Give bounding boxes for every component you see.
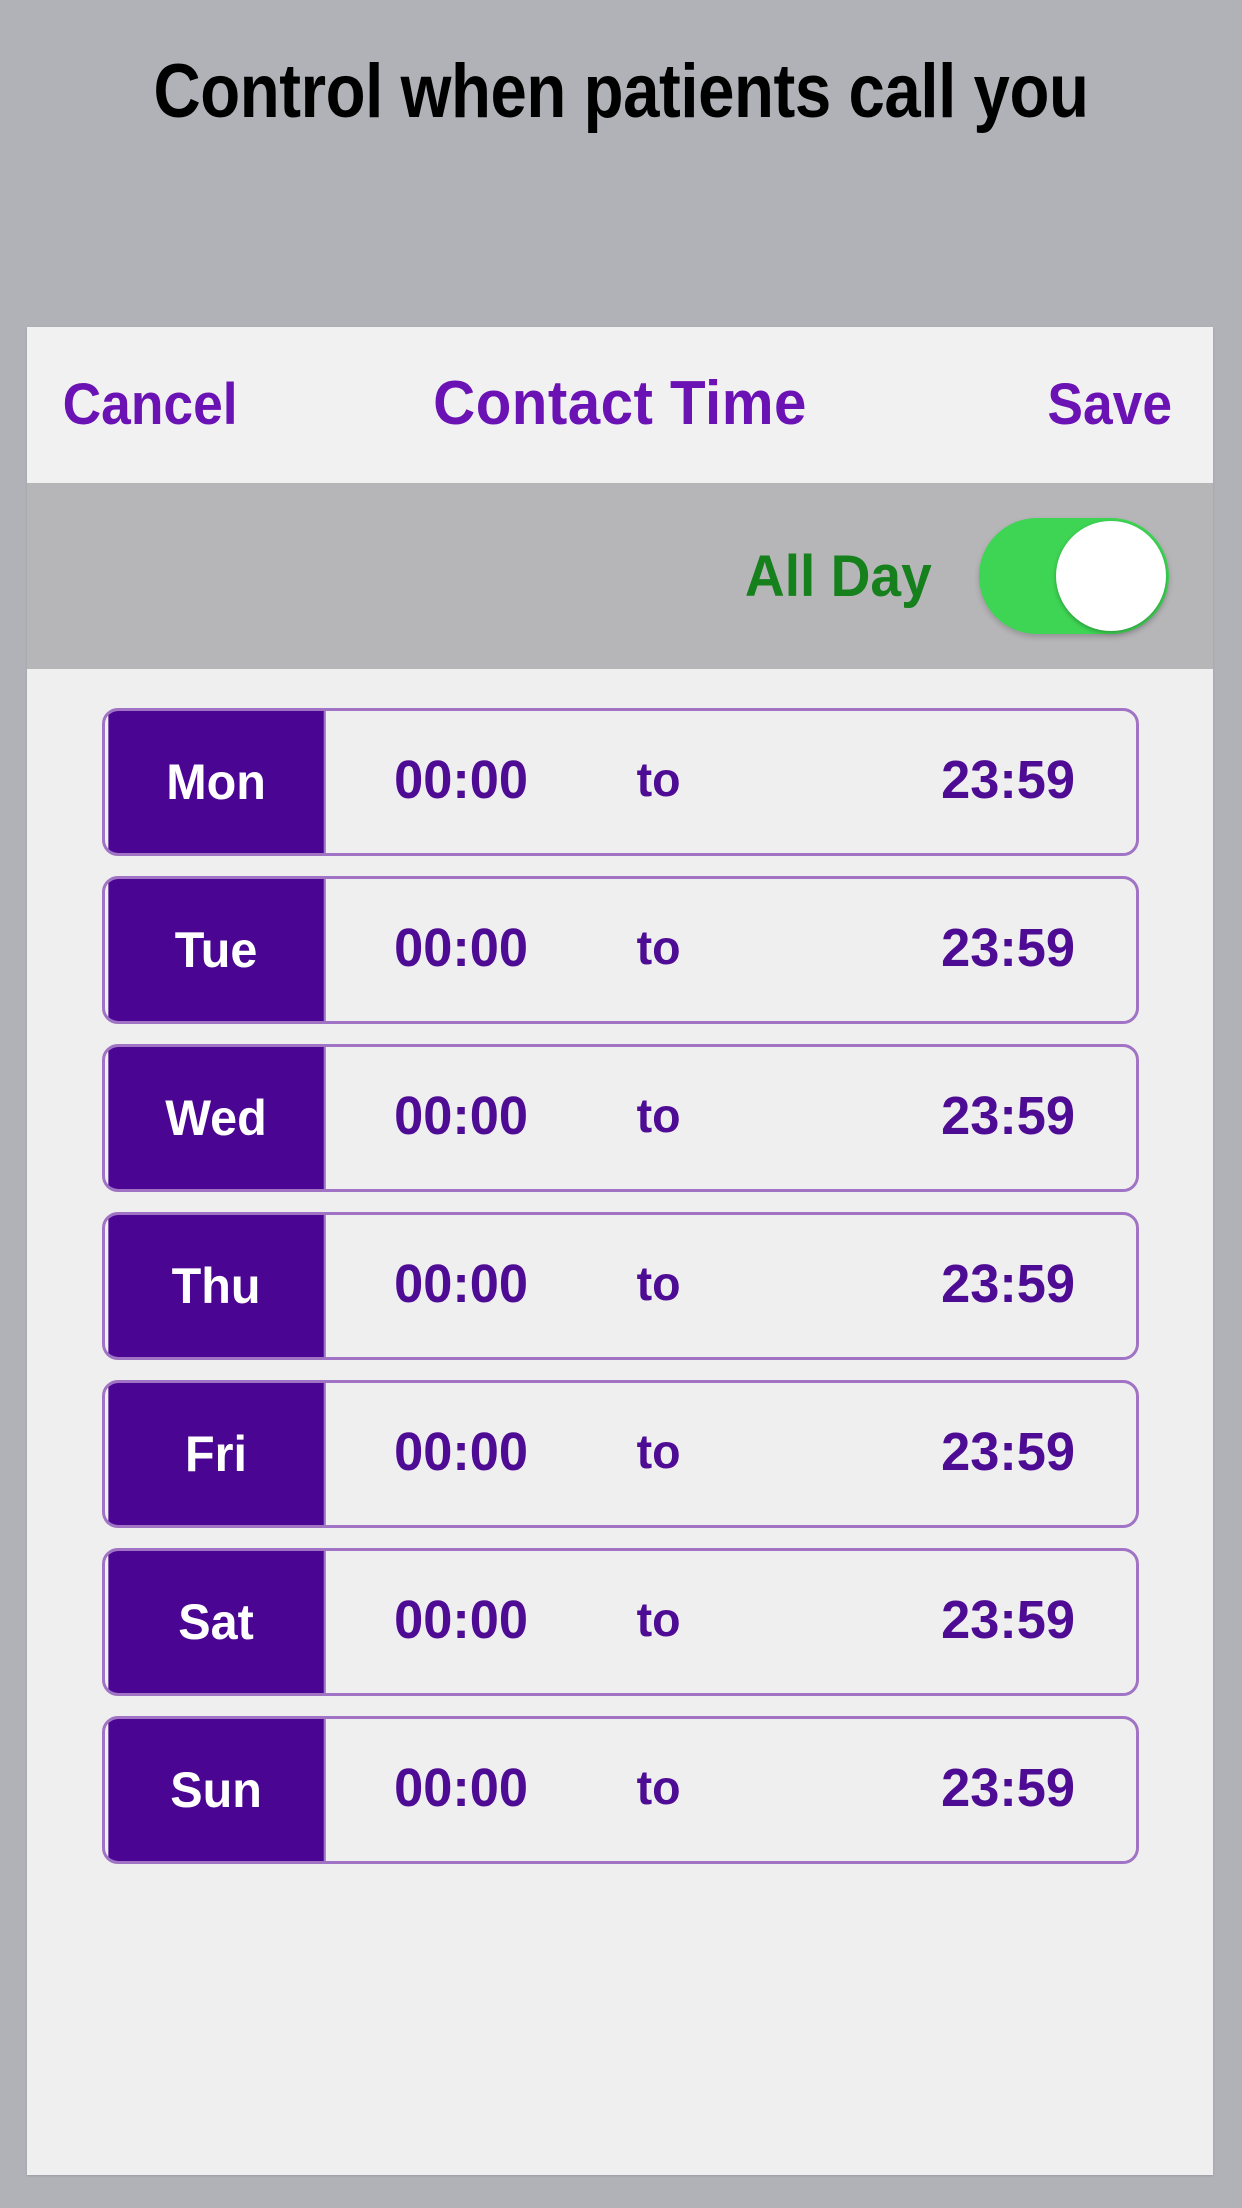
cancel-button[interactable]: Cancel [63, 371, 238, 438]
day-badge[interactable]: Tue [107, 879, 326, 1021]
time-separator-label: to [636, 1089, 681, 1143]
start-time-field[interactable]: 00:00 [394, 1253, 528, 1315]
day-badge[interactable]: Wed [107, 1047, 326, 1189]
start-time-field[interactable]: 00:00 [394, 1589, 528, 1651]
start-time-field[interactable]: 00:00 [394, 1757, 528, 1819]
screen-title: Contact Time [433, 368, 807, 438]
schedule-row: Tue 00:00 to 23:59 [101, 876, 1139, 1024]
end-time-field[interactable]: 23:59 [941, 1253, 1075, 1315]
end-time-field[interactable]: 23:59 [941, 1421, 1075, 1483]
schedule-row: Thu 00:00 to 23:59 [101, 1212, 1139, 1360]
time-range: 00:00 to 23:59 [329, 1719, 1136, 1861]
schedule-row: Mon 00:00 to 23:59 [101, 708, 1139, 856]
time-separator-label: to [636, 753, 681, 807]
all-day-toggle[interactable] [979, 518, 1169, 634]
day-badge[interactable]: Mon [107, 711, 326, 853]
time-range: 00:00 to 23:59 [329, 1551, 1136, 1693]
time-separator-label: to [636, 1593, 681, 1647]
time-separator-label: to [636, 1425, 681, 1479]
all-day-row: All Day [27, 483, 1213, 669]
day-badge[interactable]: Thu [107, 1215, 326, 1357]
schedule-row: Fri 00:00 to 23:59 [101, 1380, 1139, 1528]
start-time-field[interactable]: 00:00 [394, 749, 528, 811]
start-time-field[interactable]: 00:00 [394, 1085, 528, 1147]
end-time-field[interactable]: 23:59 [941, 1757, 1075, 1819]
day-badge[interactable]: Sat [107, 1551, 326, 1693]
schedule-row: Wed 00:00 to 23:59 [101, 1044, 1139, 1192]
navigation-bar: Cancel Contact Time Save [27, 327, 1213, 482]
schedule-list: Mon 00:00 to 23:59 Tue 00:00 to 23:59 Wed 00:00 to… [27, 669, 1213, 1884]
toggle-knob-icon [1056, 521, 1166, 631]
end-time-field[interactable]: 23:59 [941, 1589, 1075, 1651]
end-time-field[interactable]: 23:59 [941, 1085, 1075, 1147]
time-separator-label: to [636, 921, 681, 975]
time-range: 00:00 to 23:59 [329, 1047, 1136, 1189]
time-separator-label: to [636, 1257, 681, 1311]
time-range: 00:00 to 23:59 [329, 1383, 1136, 1525]
day-badge[interactable]: Sun [107, 1719, 326, 1861]
contact-time-screen: Cancel Contact Time Save All Day Mon 00:0… [27, 327, 1213, 2175]
all-day-label: All Day [745, 543, 933, 609]
page-title: Control when patients call you [153, 49, 1089, 134]
save-button[interactable]: Save [1047, 371, 1172, 438]
start-time-field[interactable]: 00:00 [394, 1421, 528, 1483]
end-time-field[interactable]: 23:59 [941, 917, 1075, 979]
time-separator-label: to [636, 1761, 681, 1815]
time-range: 00:00 to 23:59 [329, 711, 1136, 853]
time-range: 00:00 to 23:59 [329, 879, 1136, 1021]
end-time-field[interactable]: 23:59 [941, 749, 1075, 811]
start-time-field[interactable]: 00:00 [394, 917, 528, 979]
schedule-row: Sun 00:00 to 23:59 [101, 1716, 1139, 1864]
day-badge[interactable]: Fri [107, 1383, 326, 1525]
time-range: 00:00 to 23:59 [329, 1215, 1136, 1357]
schedule-row: Sat 00:00 to 23:59 [101, 1548, 1139, 1696]
